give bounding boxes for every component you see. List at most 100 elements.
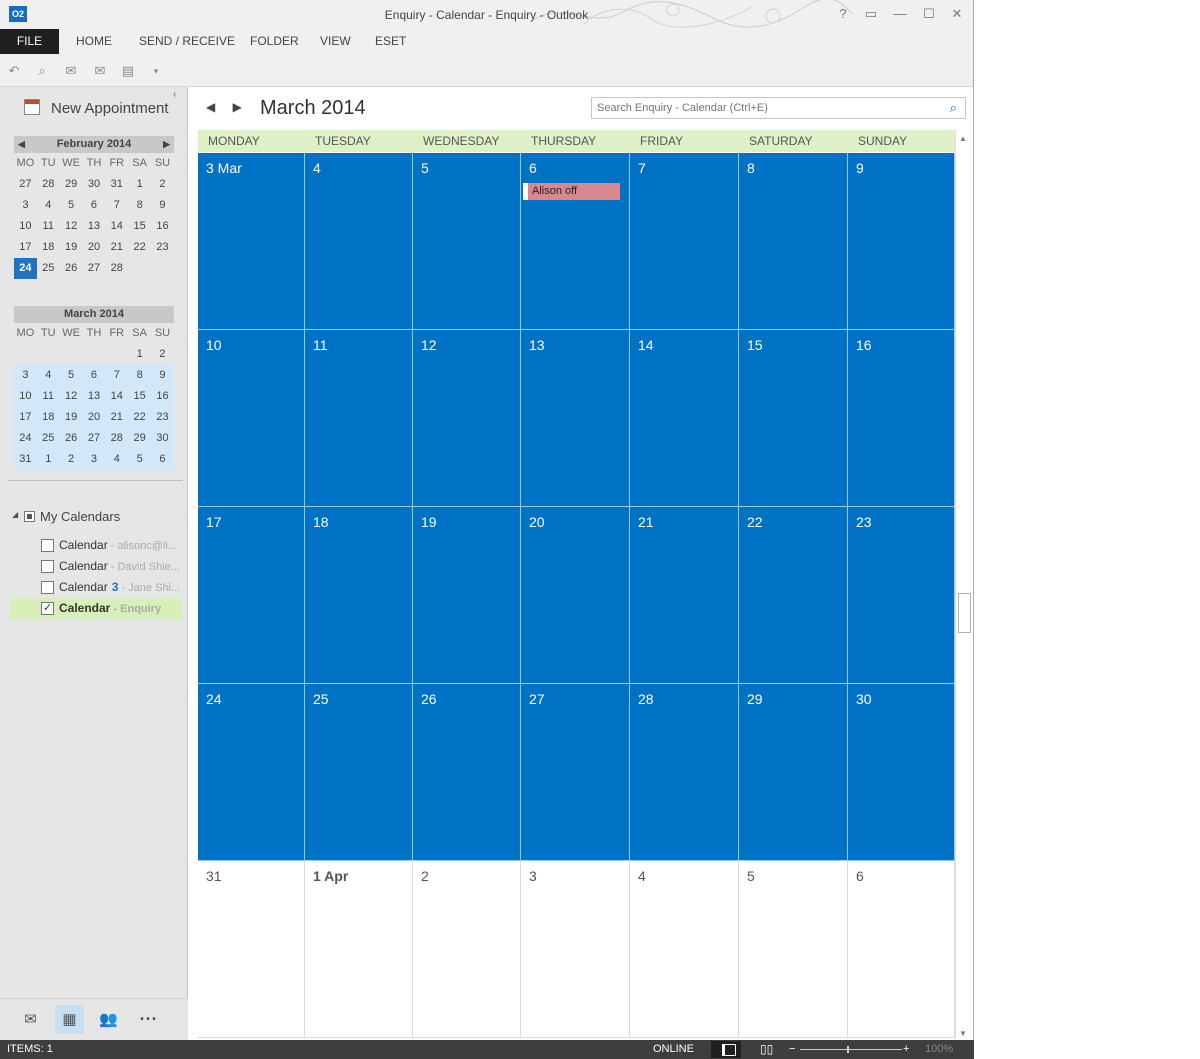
day-cell[interactable]: 14: [630, 330, 739, 507]
zoom-level[interactable]: 100%: [925, 1040, 953, 1059]
mini-calendar-day[interactable]: 28: [105, 258, 128, 279]
calendar-checkbox[interactable]: ✓: [41, 602, 54, 615]
print-icon[interactable]: ▤: [120, 64, 136, 78]
mini-calendar-day[interactable]: 16: [151, 216, 174, 237]
day-cell[interactable]: 1 Apr: [305, 861, 413, 1038]
day-cell[interactable]: 15: [739, 330, 848, 507]
mini-calendar-day[interactable]: 4: [36, 365, 60, 386]
zoom-in-button[interactable]: +: [903, 1040, 909, 1059]
mini-calendar-day[interactable]: 16: [151, 386, 174, 407]
zoom-slider[interactable]: [800, 1046, 902, 1053]
mini-calendar-day[interactable]: 3: [14, 365, 37, 386]
mini-calendar-day[interactable]: 22: [128, 237, 151, 258]
my-calendars-header[interactable]: ◢ My Calendars: [10, 509, 182, 525]
day-cell[interactable]: 21: [630, 507, 739, 684]
mini-calendar-day[interactable]: 15: [128, 216, 151, 237]
mini-calendar-day[interactable]: 20: [82, 407, 106, 428]
scroll-up-icon[interactable]: ▲: [959, 134, 967, 143]
mini-calendar-day[interactable]: 3: [14, 195, 37, 216]
mini-calendar-day[interactable]: 29: [128, 428, 152, 449]
next-period-icon[interactable]: ▶: [233, 100, 242, 114]
reply-all-icon[interactable]: ✉: [92, 64, 108, 78]
mini-calendar-day[interactable]: 6: [83, 195, 106, 216]
mini-calendar-day[interactable]: 13: [83, 216, 106, 237]
mini-calendar-day[interactable]: 26: [59, 428, 83, 449]
day-cell[interactable]: 17: [198, 507, 305, 684]
mini-calendar-day[interactable]: 27: [83, 258, 106, 279]
day-cell[interactable]: 30: [848, 684, 955, 861]
day-cell[interactable]: 19: [413, 507, 521, 684]
reading-view-icon[interactable]: ▯▯: [760, 1040, 773, 1059]
calendar-list-item[interactable]: Calendar - David Shie...: [10, 556, 182, 577]
undo-icon[interactable]: ↶: [6, 64, 22, 78]
calendar-list-item[interactable]: Calendar - alisonc@li...: [10, 535, 182, 556]
mini-calendar-day[interactable]: 1: [128, 174, 151, 195]
mini-calendar-day[interactable]: 9: [151, 195, 174, 216]
search-box[interactable]: ⌕: [591, 97, 966, 119]
day-cell[interactable]: 20: [521, 507, 630, 684]
mini-calendar-day[interactable]: 31: [14, 449, 37, 470]
tab-home[interactable]: HOME: [66, 29, 122, 54]
mini-calendar-day[interactable]: 23: [151, 237, 174, 258]
day-cell[interactable]: 31: [198, 861, 305, 1038]
mini-calendar-day[interactable]: 6: [82, 365, 106, 386]
mini-calendar-day[interactable]: 31: [105, 174, 128, 195]
tab-send-receive[interactable]: SEND / RECEIVE: [129, 29, 245, 54]
reply-icon[interactable]: ✉: [63, 64, 79, 78]
day-cell[interactable]: 28: [630, 684, 739, 861]
calendar-event[interactable]: Alison off: [523, 183, 620, 200]
calendar-list-item[interactable]: Calendar 3 - Jane Shi...: [10, 577, 182, 598]
mini-calendar-day[interactable]: 26: [60, 258, 83, 279]
day-cell[interactable]: 9: [848, 153, 955, 330]
mini-calendar-day[interactable]: 20: [83, 237, 106, 258]
zoom-out-button[interactable]: −: [789, 1040, 795, 1059]
day-cell[interactable]: 29: [739, 684, 848, 861]
minimize-button[interactable]: —: [891, 6, 909, 22]
mini-calendar-day[interactable]: 7: [105, 365, 129, 386]
mini-calendar-day[interactable]: 17: [14, 237, 37, 258]
tab-view[interactable]: VIEW: [310, 29, 361, 54]
mini-calendar-day[interactable]: 12: [60, 216, 83, 237]
mini-calendar-day[interactable]: 29: [60, 174, 83, 195]
calendar-list-item[interactable]: ✓ Calendar - Enquiry: [10, 598, 182, 619]
mini-calendar-day[interactable]: 8: [128, 195, 151, 216]
day-cell[interactable]: 6 Alison off: [521, 153, 630, 330]
mini-calendar-day[interactable]: 19: [60, 237, 83, 258]
day-cell[interactable]: 16: [848, 330, 955, 507]
mini-calendar-day[interactable]: 10: [14, 386, 37, 407]
day-cell[interactable]: 24: [198, 684, 305, 861]
mini-calendar-day[interactable]: 4: [37, 195, 60, 216]
mini-calendar-day[interactable]: 15: [128, 386, 152, 407]
mini-calendar-day[interactable]: 5: [128, 449, 152, 470]
day-cell[interactable]: 26: [413, 684, 521, 861]
mini-calendar-day[interactable]: 18: [36, 407, 60, 428]
day-cell[interactable]: 23: [848, 507, 955, 684]
mini-calendar-day[interactable]: 8: [128, 365, 152, 386]
calendar-checkbox[interactable]: [41, 581, 54, 594]
day-cell[interactable]: 8: [739, 153, 848, 330]
mini-calendar-day[interactable]: 27: [14, 174, 37, 195]
group-checkbox[interactable]: [24, 511, 35, 522]
mini-calendar-day[interactable]: 30: [83, 174, 106, 195]
mini-calendar-day[interactable]: 5: [60, 195, 83, 216]
help-icon[interactable]: ?: [834, 6, 852, 22]
day-cell[interactable]: 10: [198, 330, 305, 507]
mini-calendar-day[interactable]: 11: [36, 386, 60, 407]
expand-triangle-icon[interactable]: ◢: [12, 510, 18, 519]
mini-calendar-day[interactable]: 2: [59, 449, 83, 470]
collapse-pane-icon[interactable]: ‹: [173, 89, 176, 100]
mini-calendar-day[interactable]: 21: [105, 237, 128, 258]
mini-calendar-day[interactable]: 27: [82, 428, 106, 449]
mini-calendar-day[interactable]: 2: [151, 344, 174, 365]
mini-calendar-day[interactable]: 30: [151, 428, 174, 449]
day-cell[interactable]: 12: [413, 330, 521, 507]
ribbon-display-icon[interactable]: ▭: [862, 6, 880, 22]
more-icon[interactable]: ···: [134, 1005, 163, 1034]
day-cell[interactable]: 25: [305, 684, 413, 861]
scroll-down-icon[interactable]: ▼: [959, 1029, 967, 1038]
day-cell[interactable]: 18: [305, 507, 413, 684]
day-cell[interactable]: 3: [521, 861, 630, 1038]
mini-calendar-day[interactable]: 12: [59, 386, 83, 407]
day-cell[interactable]: 5: [739, 861, 848, 1038]
day-cell[interactable]: 3 Mar: [198, 153, 305, 330]
